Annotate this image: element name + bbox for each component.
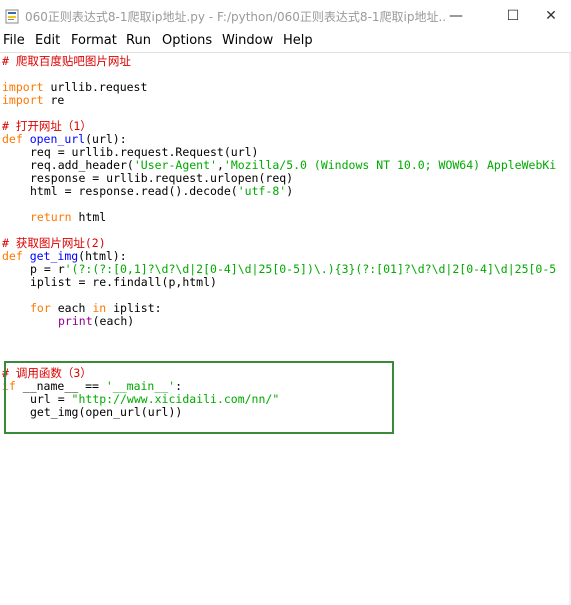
python-idle-icon: [5, 9, 19, 24]
window-title: 060正则表达式8-1爬取ip地址.py - F:/python/060正则表达…: [25, 10, 445, 24]
code-text: html = response.read().decode(: [30, 184, 238, 198]
code-text: ): [286, 184, 294, 198]
keyword: for: [30, 301, 51, 315]
keyword: in: [92, 301, 107, 315]
code-text: req.add_header(: [30, 158, 134, 172]
code-line-return: return html: [30, 211, 106, 224]
code-text: urllib.request: [43, 80, 148, 94]
menu-options[interactable]: Options: [162, 33, 212, 48]
code-text: html: [71, 210, 107, 224]
keyword: import: [2, 80, 44, 94]
code-text: iplist:: [106, 301, 162, 315]
code-text: (url):: [85, 132, 127, 146]
code-comment: # 爬取百度贴吧图片网址: [2, 54, 131, 68]
string-literal: 'Mozilla/5.0 (Windows NT 10.0; WOW64) Ap…: [223, 158, 557, 172]
code-text: ,: [216, 158, 224, 172]
keyword: def: [2, 132, 23, 146]
code-line-iplist: iplist = re.findall(p,html): [30, 275, 217, 289]
menu-help[interactable]: Help: [283, 33, 313, 48]
code-line-html: html = response.read().decode('utf-8'): [30, 185, 293, 198]
menu-format[interactable]: Format: [71, 33, 117, 48]
menu-window[interactable]: Window: [222, 33, 273, 48]
code-text: p = r: [30, 262, 65, 276]
code-line-print: print(each): [58, 315, 134, 328]
keyword: return: [30, 210, 72, 224]
string-literal: '(?:(?:[0,1]?\d?\d|2[0-4]\d|25[0-5])\.){…: [64, 262, 557, 276]
minimize-button[interactable]: —: [433, 0, 479, 32]
code-text: (html):: [78, 249, 127, 263]
menu-run[interactable]: Run: [126, 33, 151, 48]
maximize-button[interactable]: ☐: [490, 0, 536, 32]
keyword: def: [2, 249, 23, 263]
string-literal: 'utf-8': [237, 184, 287, 198]
code-text: each: [50, 301, 93, 315]
builtin: print: [58, 314, 93, 328]
menu-edit[interactable]: Edit: [35, 33, 60, 48]
keyword: import: [2, 93, 44, 107]
highlight-annotation-box: [4, 361, 394, 434]
menu-file[interactable]: File: [3, 33, 25, 48]
code-text: re: [43, 93, 65, 107]
menu-bar: File Edit Format Run Options Window Help: [0, 32, 571, 52]
code-text: (each): [92, 314, 135, 328]
code-editor[interactable]: # 爬取百度贴吧图片网址 import urllib.request impor…: [0, 53, 571, 605]
function-name: get_img: [22, 249, 79, 263]
title-bar: 060正则表达式8-1爬取ip地址.py - F:/python/060正则表达…: [0, 0, 571, 32]
function-name: open_url: [22, 132, 86, 146]
string-literal: 'User-Agent': [133, 158, 217, 172]
close-button[interactable]: ✕: [531, 0, 571, 32]
code-line-import-re: import re: [2, 94, 64, 107]
